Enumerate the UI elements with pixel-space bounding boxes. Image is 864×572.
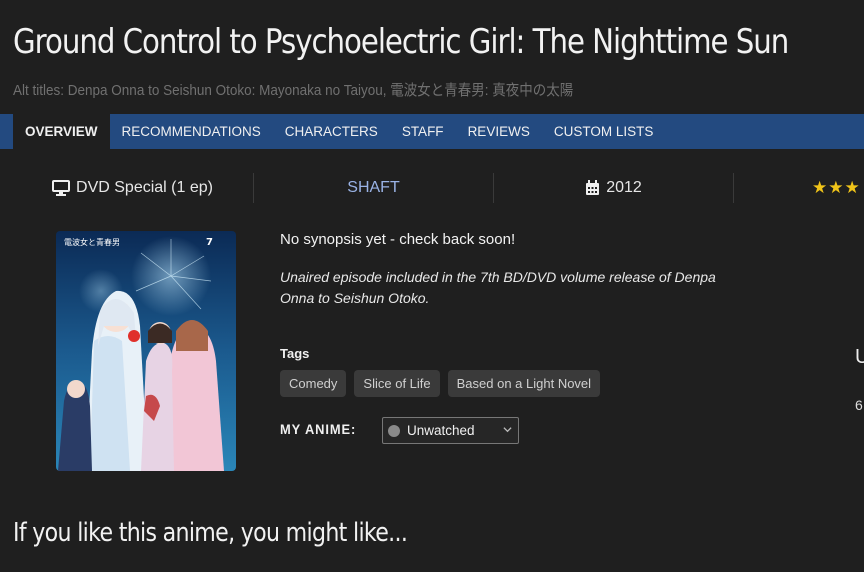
stat-year: 2012 [494,170,733,206]
synopsis-note: Unaired episode included in the 7th BD/D… [280,269,716,306]
tab-characters[interactable]: CHARACTERS [273,114,390,149]
side-panel-text: U [855,346,864,368]
tab-recommendations[interactable]: RECOMMENDATIONS [110,114,273,149]
page-title: Ground Control to Psychoelectric Girl: T… [13,22,789,62]
calendar-icon [586,180,600,195]
tab-staff[interactable]: STAFF [390,114,456,149]
tab-custom-lists[interactable]: CUSTOM LISTS [542,114,666,149]
cover-volume-number: 7 [206,237,213,248]
stat-divider [733,173,734,203]
monitor-icon [52,180,71,196]
tag-slice-of-life[interactable]: Slice of Life [354,370,440,397]
tab-reviews[interactable]: REVIEWS [456,114,542,149]
stats-bar: DVD Special (1 ep) SHAFT 2012 ★★★ [0,170,864,206]
side-panel-number: 6 [855,397,863,413]
type-label: DVD Special (1 ep) [76,179,213,196]
studio-link[interactable]: SHAFT [254,170,493,206]
chevron-down-icon [503,425,512,437]
my-anime-label: MY ANIME: [280,421,357,437]
tag-based-on-light-novel[interactable]: Based on a Light Novel [447,370,601,397]
status-dot-icon [388,424,400,437]
stat-type: DVD Special (1 ep) [40,170,225,206]
section-heading: If you like this anime, you might like..… [13,518,408,548]
year-label: 2012 [606,179,642,196]
tag-list: Comedy Slice of Life Based on a Light No… [280,370,601,397]
synopsis-text: No synopsis yet - check back soon! [280,231,516,248]
tab-overview[interactable]: OVERVIEW [13,114,110,149]
alt-titles: Alt titles: Denpa Onna to Seishun Otoko:… [13,82,574,99]
tags-label: Tags [280,346,310,361]
cover-series-logo: 電波女と青春男 [64,237,120,247]
watch-status-value: Unwatched [407,423,475,438]
cover-image: 電波女と青春男 7 [56,231,236,471]
tag-comedy[interactable]: Comedy [280,370,347,397]
rating-stars: ★★★ [812,178,861,197]
tab-bar: OVERVIEW RECOMMENDATIONS CHARACTERS STAF… [0,114,864,149]
watch-status-select[interactable]: Unwatched [382,417,519,444]
